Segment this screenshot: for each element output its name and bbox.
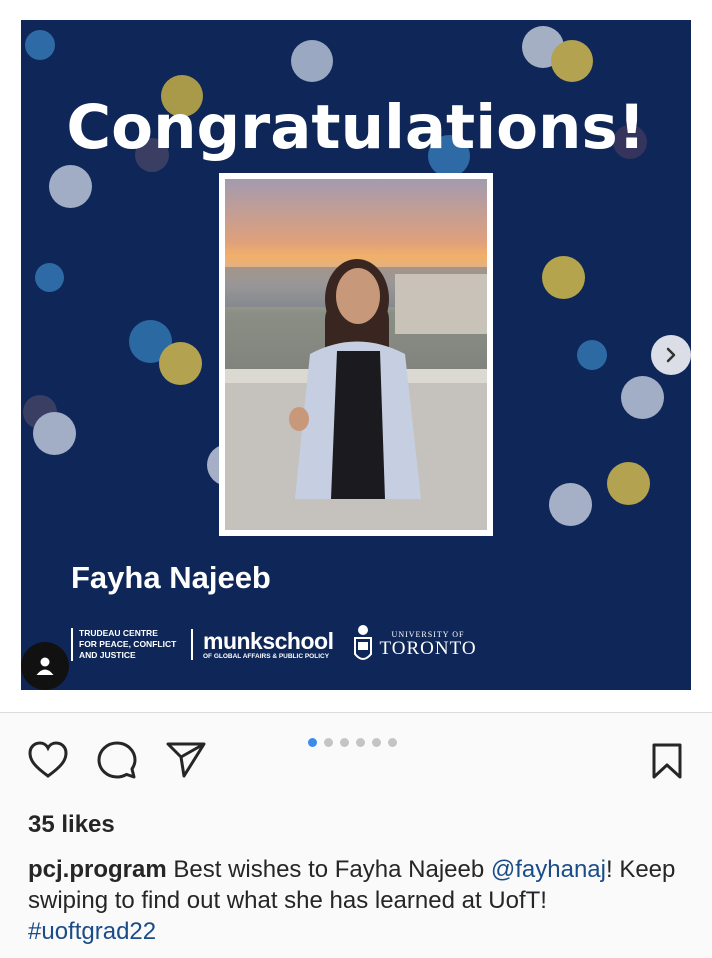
carousel-dot-active <box>308 738 317 747</box>
carousel-dot <box>388 738 397 747</box>
decor-dot <box>551 40 593 82</box>
caption-mention[interactable]: @fayhanaj <box>491 856 606 883</box>
uoft-crest-icon <box>354 625 373 660</box>
decor-dot <box>607 462 650 505</box>
trudeau-line: FOR PEACE, CONFLICT <box>79 638 177 649</box>
carousel-dot <box>372 738 381 747</box>
caption-text: Best wishes to Fayha Najeeb <box>166 856 491 883</box>
decor-dot <box>577 340 607 370</box>
save-button[interactable] <box>651 743 683 784</box>
uoft-logo: UNIVERSITY OF TORONTO <box>353 624 476 664</box>
like-count[interactable]: 35 likes <box>28 811 115 839</box>
decor-dot <box>549 483 592 526</box>
trudeau-centre-logo: TRUDEAU CENTRE FOR PEACE, CONFLICT AND J… <box>71 627 187 661</box>
carousel-indicator <box>308 738 397 747</box>
munk-school-logo: munkschool OF GLOBAL AFFAIRS & PUBLIC PO… <box>191 627 334 660</box>
caption-username[interactable]: pcj.program <box>28 856 167 883</box>
carousel-dot <box>356 738 365 747</box>
decor-dot <box>49 165 92 208</box>
caption-hashtag[interactable]: #uoftgrad22 <box>28 918 156 945</box>
next-slide-button[interactable] <box>651 335 691 375</box>
trudeau-line: AND JUSTICE <box>79 649 136 660</box>
tagged-user-button[interactable] <box>21 642 69 690</box>
decor-dot <box>35 263 64 292</box>
portrait-illustration <box>225 259 487 530</box>
carousel-dot <box>324 738 333 747</box>
decor-dot <box>159 342 202 385</box>
decor-dot <box>25 30 55 60</box>
chevron-right-icon <box>666 347 676 363</box>
decor-dot <box>621 376 664 419</box>
decor-dot <box>33 412 76 455</box>
send-icon <box>166 742 206 778</box>
munk-main-text: munkschool <box>203 627 334 654</box>
action-bar <box>0 713 712 809</box>
user-icon <box>36 657 54 675</box>
share-button[interactable] <box>166 741 206 784</box>
post-headline: Congratulations! <box>66 92 646 163</box>
post-image[interactable]: Congratulations! Fayha Najeeb TRUDEAU CE… <box>21 20 691 690</box>
uoft-big-text: TORONTO <box>379 637 477 659</box>
comment-icon <box>97 741 137 779</box>
heart-icon <box>28 741 68 778</box>
trudeau-line: TRUDEAU CENTRE <box>79 627 158 638</box>
munk-sub-text: OF GLOBAL AFFAIRS & PUBLIC POLICY <box>203 652 330 660</box>
portrait-photo <box>225 179 487 530</box>
bookmark-icon <box>652 743 682 779</box>
like-button[interactable] <box>28 741 68 784</box>
carousel-dot <box>340 738 349 747</box>
comment-button[interactable] <box>97 741 137 786</box>
post-caption: pcj.program Best wishes to Fayha Najeeb … <box>28 854 698 947</box>
post-footer: 35 likes pcj.program Best wishes to Fayh… <box>0 712 712 958</box>
graduate-name: Fayha Najeeb <box>71 560 271 595</box>
portrait-photo-frame <box>219 173 493 536</box>
decor-dot <box>542 256 585 299</box>
decor-dot <box>291 40 333 82</box>
sponsor-logos: TRUDEAU CENTRE FOR PEACE, CONFLICT AND J… <box>71 620 477 668</box>
